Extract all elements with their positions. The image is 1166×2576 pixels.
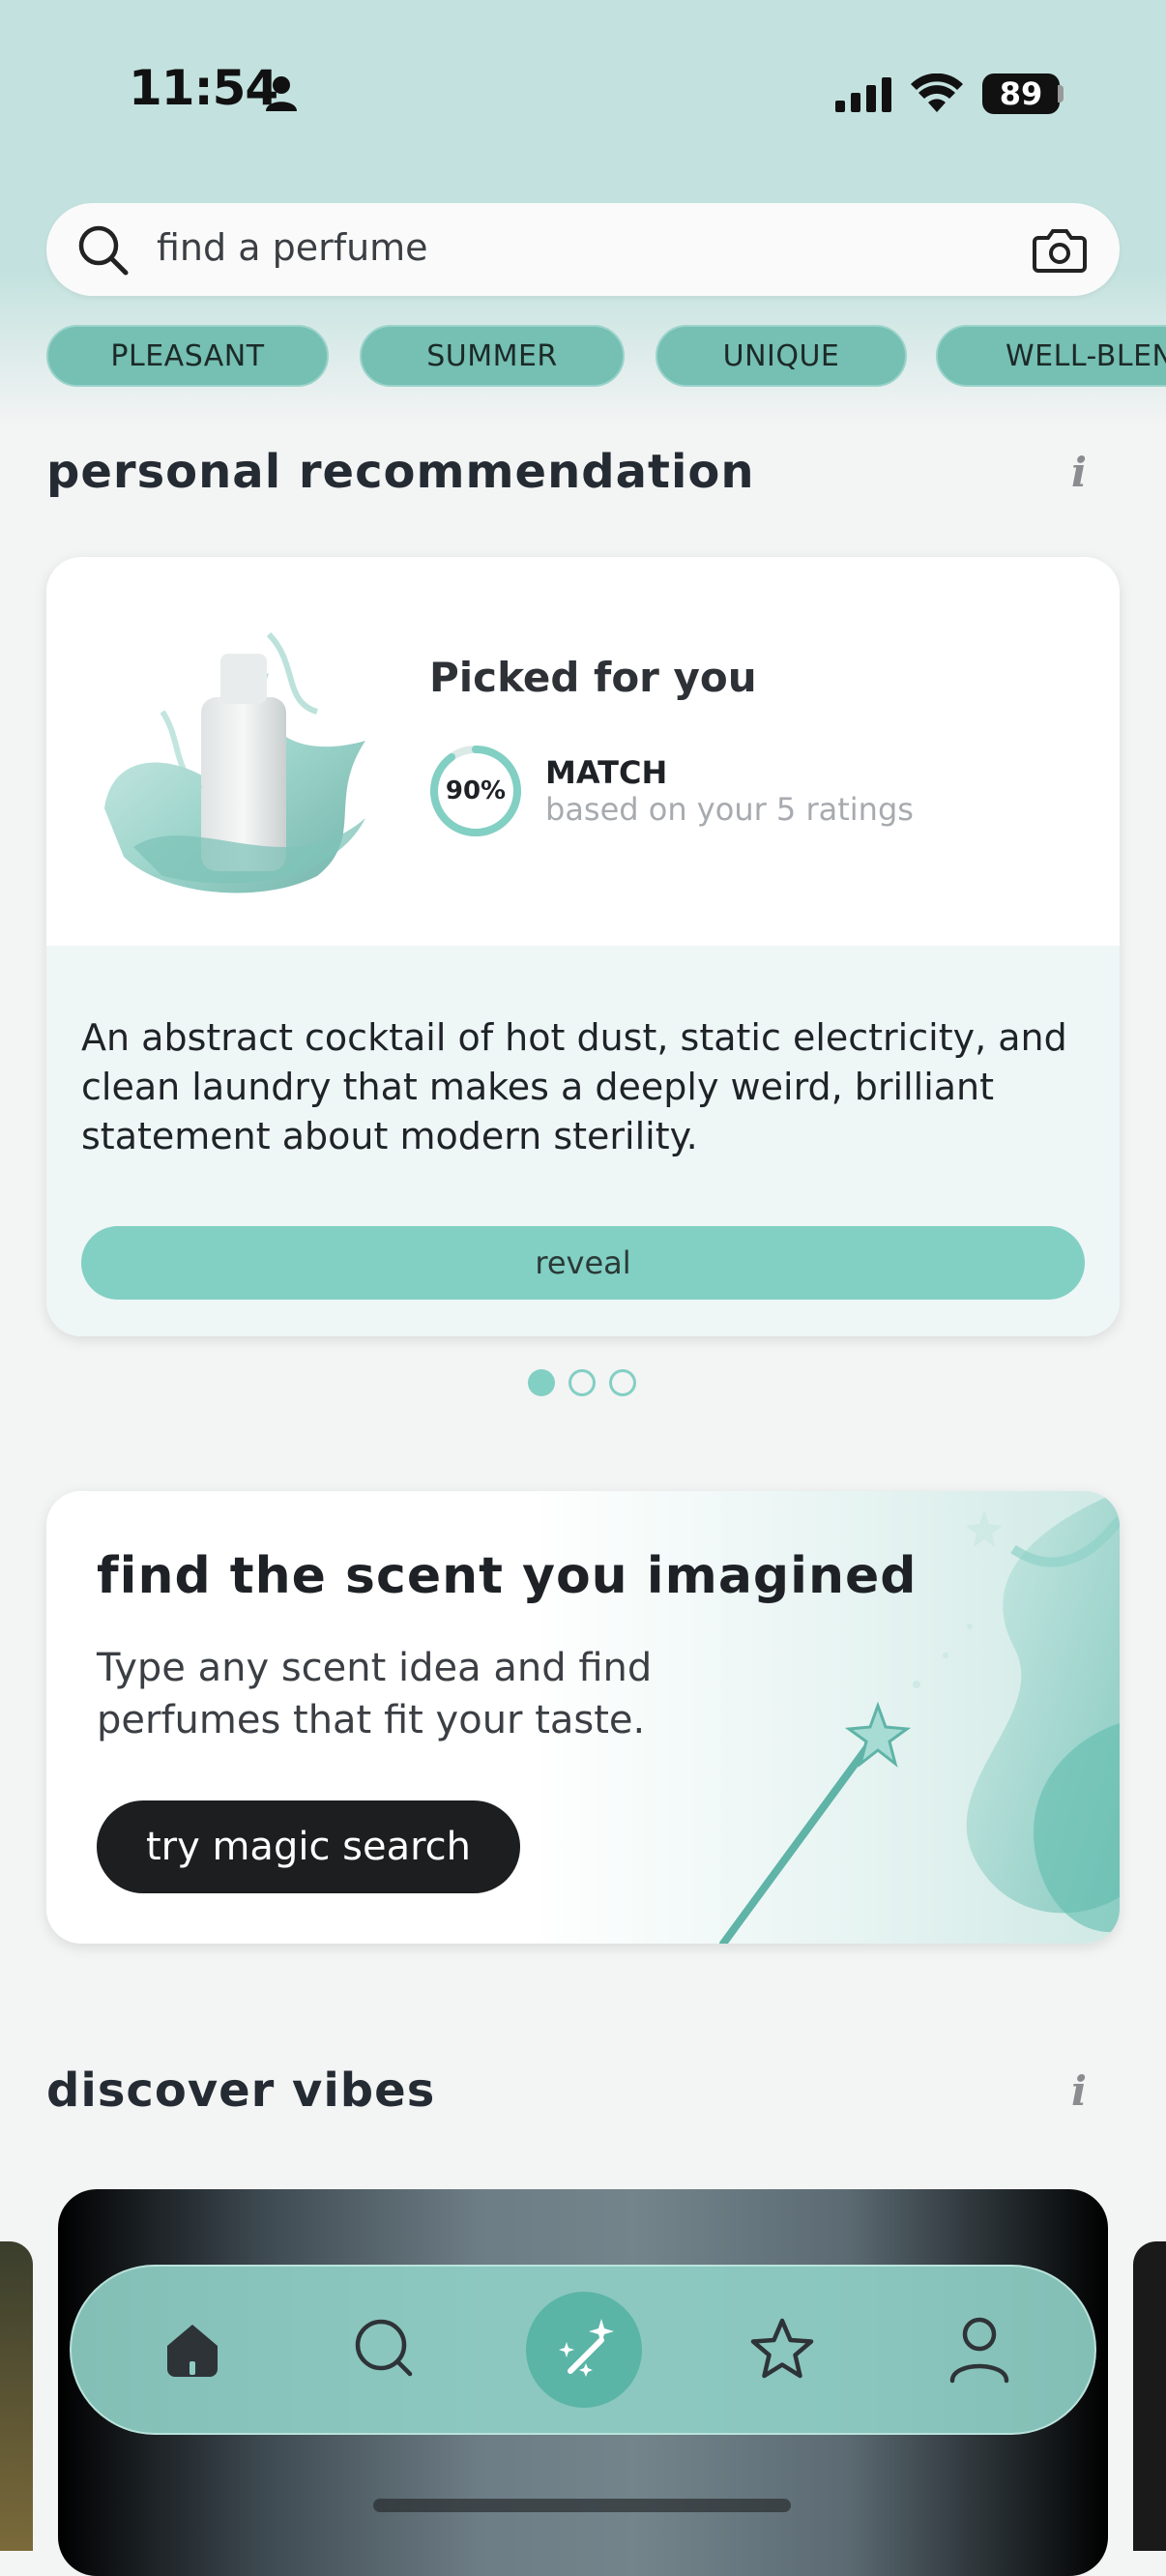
tab-profile[interactable] (926, 2267, 1033, 2433)
battery-indicator: 89 (982, 73, 1060, 114)
tab-favorites[interactable] (729, 2267, 835, 2433)
status-bar: 11:54 89 (0, 0, 1166, 193)
home-icon (167, 2325, 218, 2377)
match-percent: 90% (445, 776, 507, 805)
search-icon (78, 225, 129, 276)
chip-unique[interactable]: UNIQUE (656, 325, 907, 387)
camera-icon[interactable] (1033, 226, 1087, 273)
section-title-personal: personal recommendation (46, 445, 755, 499)
chip-pleasant[interactable]: PLEASANT (46, 325, 329, 387)
info-icon[interactable]: i (1071, 449, 1087, 496)
tab-magic-search[interactable] (526, 2292, 642, 2408)
pager-dot-3[interactable] (609, 1369, 636, 1396)
search-icon (355, 2319, 413, 2377)
section-title-discover: discover vibes (46, 2064, 436, 2118)
profile-icon (949, 2317, 1009, 2384)
tab-search[interactable] (333, 2267, 439, 2433)
recommendation-card[interactable]: Picked for you 90% MATCH based on your 5… (46, 557, 1120, 1336)
pager-dot-2[interactable] (568, 1369, 596, 1396)
home-indicator (373, 2499, 791, 2512)
vibe-card-prev[interactable] (0, 2241, 33, 2551)
perfume-bottle-image (104, 631, 365, 893)
search-bar[interactable]: find a perfume (46, 203, 1120, 296)
try-magic-search-button[interactable]: try magic search (97, 1800, 520, 1893)
magic-search-subtitle: Type any scent idea and find perfumes th… (97, 1646, 653, 1742)
magic-wand-icon (559, 2319, 614, 2377)
star-icon (750, 2318, 814, 2379)
card-title: Picked for you (429, 654, 757, 701)
signal-icon (835, 77, 891, 112)
magic-search-title: find the scent you imagined (97, 1547, 918, 1605)
chip-well-blended[interactable]: WELL-BLENDED (936, 325, 1166, 387)
reveal-button[interactable]: reveal (81, 1226, 1085, 1300)
vibe-card-next[interactable] (1133, 2241, 1166, 2551)
status-time: 11:54 (129, 60, 278, 116)
wifi-icon (911, 73, 963, 112)
tab-home[interactable] (139, 2267, 246, 2433)
search-input[interactable]: find a perfume (157, 226, 428, 269)
card-description: An abstract cocktail of hot dust, static… (81, 1016, 1067, 1157)
person-icon (266, 76, 297, 111)
battery-tip (1058, 85, 1064, 102)
match-subtitle: based on your 5 ratings (545, 791, 914, 828)
match-label: MATCH (545, 754, 668, 791)
filter-chips: PLEASANT SUMMER UNIQUE WELL-BLENDED (46, 325, 1166, 391)
magic-search-card[interactable]: find the scent you imagined Type any sce… (46, 1491, 1120, 1944)
chip-summer[interactable]: SUMMER (360, 325, 625, 387)
bottom-tab-bar (70, 2265, 1096, 2435)
info-icon[interactable]: i (1071, 2067, 1087, 2115)
pager-dot-1[interactable] (528, 1369, 555, 1396)
